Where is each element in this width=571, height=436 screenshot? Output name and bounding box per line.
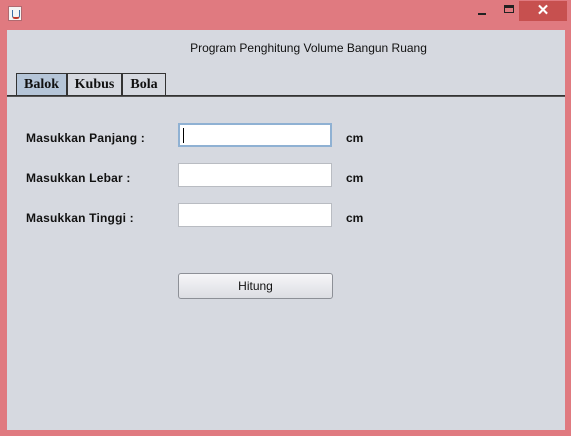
window-frame-bottom bbox=[0, 430, 571, 436]
tinggi-label: Masukkan Tinggi : bbox=[26, 211, 134, 225]
panjang-input[interactable] bbox=[178, 123, 332, 147]
tab-divider bbox=[7, 95, 565, 97]
java-app-icon[interactable] bbox=[8, 6, 22, 21]
lebar-label: Masukkan Lebar : bbox=[26, 171, 131, 185]
close-button[interactable]: ✕ bbox=[519, 1, 567, 21]
main-content: Program Penghitung Volume Bangun Ruang B… bbox=[7, 30, 565, 430]
title-bar: ✕ bbox=[0, 0, 571, 30]
minimize-icon bbox=[478, 13, 486, 15]
tab-bola[interactable]: Bola bbox=[122, 73, 166, 95]
page-title: Program Penghitung Volume Bangun Ruang bbox=[190, 41, 427, 55]
tinggi-input[interactable] bbox=[178, 203, 332, 227]
panjang-label: Masukkan Panjang : bbox=[26, 131, 145, 145]
tab-balok[interactable]: Balok bbox=[16, 73, 67, 95]
hitung-button[interactable]: Hitung bbox=[178, 273, 333, 299]
maximize-button[interactable] bbox=[497, 1, 521, 21]
text-caret bbox=[183, 128, 184, 143]
lebar-input[interactable] bbox=[178, 163, 332, 187]
lebar-unit: cm bbox=[346, 171, 364, 185]
tinggi-unit: cm bbox=[346, 211, 364, 225]
tab-kubus[interactable]: Kubus bbox=[67, 73, 122, 95]
minimize-button[interactable] bbox=[470, 1, 494, 21]
maximize-icon bbox=[504, 5, 514, 13]
panjang-unit: cm bbox=[346, 131, 364, 145]
close-icon: ✕ bbox=[536, 2, 550, 19]
